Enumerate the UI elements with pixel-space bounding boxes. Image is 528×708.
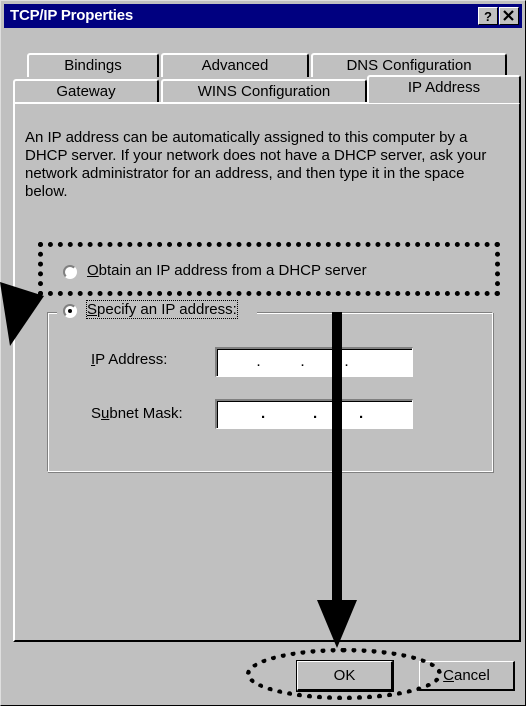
tab-ip-address[interactable]: IP Address [367, 75, 521, 103]
down-arrow-shaft [332, 312, 342, 612]
tab-label: IP Address [407, 79, 481, 96]
left-arrow-head-icon [0, 282, 44, 346]
down-arrow-head-icon [317, 600, 357, 648]
annotation-arrows [0, 282, 357, 648]
